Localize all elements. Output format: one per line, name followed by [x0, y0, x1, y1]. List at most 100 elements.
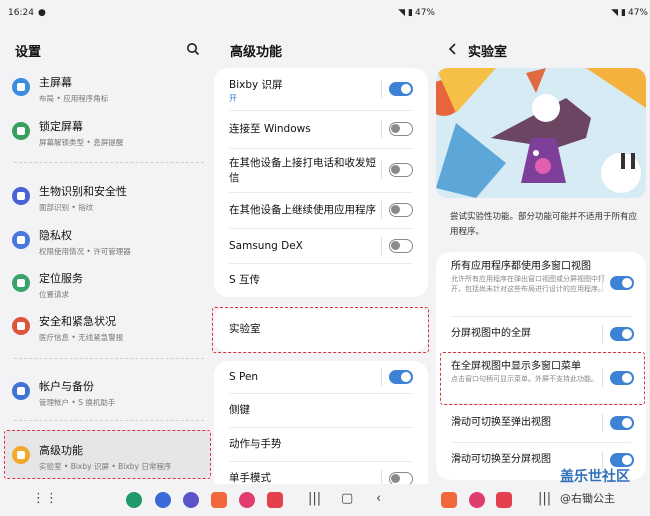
row-status: 开 [229, 94, 237, 103]
split-full-toggle[interactable] [610, 327, 634, 341]
labs-intro: 尝试实验性功能。部分功能可能并不适用于所有应用程序。 [450, 212, 638, 237]
annotation-highlight [4, 430, 211, 479]
settings-item-privacy[interactable]: 隐私权权限使用情况 • 许可管理器 [8, 225, 210, 265]
search-icon[interactable] [186, 41, 200, 56]
battery-icon: ▮ [621, 8, 626, 18]
row-side-key[interactable]: 侧键 [214, 393, 428, 427]
back-icon[interactable]: ‹ [376, 491, 381, 506]
item-title: 锁定屏幕 [39, 120, 83, 133]
notes-app-icon[interactable] [441, 492, 457, 508]
calls-texts-toggle[interactable] [389, 163, 413, 177]
row-motions-gestures[interactable]: 动作与手势 [214, 427, 428, 461]
continue-apps-toggle[interactable] [389, 203, 413, 217]
row-split-screen-full[interactable]: 分屏视图中的全屏 [436, 316, 646, 352]
item-title: 定位服务 [39, 272, 83, 285]
row-link-to-windows[interactable]: 连接至 Windows [214, 110, 428, 148]
wifi-icon: ◥ [611, 8, 619, 18]
row-label: 滑动可切换至弹出视图 [451, 417, 551, 428]
row-description: 允许所有应用程序在弹出窗口视图或分屏视图中打开，包括尚未针对这些布局进行设计的应… [451, 275, 605, 293]
app-drawer-icon[interactable]: ⋮⋮ [32, 491, 58, 506]
row-label: 在其他设备上接打电话和收发短信 [229, 157, 376, 184]
s-pen-toggle[interactable] [389, 370, 413, 384]
camera-app-icon[interactable] [267, 492, 283, 508]
item-title: 安全和紧急状况 [39, 315, 116, 328]
page-title: 设置 [15, 45, 42, 60]
row-label: 在其他设备上继续使用应用程序 [229, 204, 376, 216]
status-bar-mid: ◥ ▮ 47% [375, 0, 435, 26]
settings-item-location[interactable]: 定位服务 位置请求 [8, 268, 210, 308]
messages-app-icon[interactable] [155, 492, 171, 508]
settings-item-accounts-backup[interactable]: 帐户与备份 管理帐户 • S 换机助手 [8, 376, 210, 416]
lock-icon [12, 122, 30, 140]
row-label: Samsung DeX [229, 240, 303, 252]
settings-item-home-screen[interactable]: 主屏幕 布局 • 应用程序角标 [8, 72, 210, 112]
separator [381, 237, 382, 255]
row-label: 连接至 Windows [229, 123, 311, 135]
row-label: 分屏视图中的全屏 [451, 328, 531, 339]
item-subtitle: 位置请求 [39, 290, 69, 299]
separator [381, 201, 382, 219]
swipe-popup-toggle[interactable] [610, 416, 634, 430]
back-arrow-icon[interactable] [446, 41, 460, 55]
phone-app-icon[interactable] [126, 492, 142, 508]
home-icon [12, 78, 30, 96]
row-s-pen[interactable]: S Pen [214, 361, 428, 393]
row-label: 侧键 [229, 404, 250, 416]
divider [14, 420, 204, 421]
battery-icon: ▮ [408, 8, 413, 18]
sync-icon [12, 382, 30, 400]
item-subtitle: 权限使用情况 • 许可管理器 [39, 247, 131, 256]
multi-window-toggle[interactable] [610, 276, 634, 290]
labs-title: 实验室 [468, 45, 508, 60]
gallery-app-icon[interactable] [239, 492, 255, 508]
row-label: S Pen [229, 371, 259, 383]
camera-app-icon[interactable] [496, 492, 512, 508]
row-calls-texts-other-devices[interactable]: 在其他设备上接打电话和收发短信 [214, 148, 428, 192]
item-subtitle: 布局 • 应用程序角标 [39, 94, 109, 103]
annotation-highlight [212, 307, 429, 353]
samsung-dex-toggle[interactable] [389, 239, 413, 253]
row-multi-window-all-apps[interactable]: 所有应用程序都使用多窗口视图 允许所有应用程序在弹出窗口视图或分屏视图中打开，包… [436, 252, 646, 316]
emergency-icon [12, 317, 30, 335]
separator [381, 80, 382, 98]
home-button-icon[interactable]: ▢ [341, 491, 353, 506]
recents-icon[interactable]: ||| [538, 491, 551, 506]
battery-level: 47% [414, 8, 435, 18]
bixby-vision-toggle[interactable] [389, 82, 413, 96]
advanced-card-1: Bixby 识屏 开 连接至 Windows 在其他设备上接打电话和收发短信 在… [214, 68, 428, 297]
row-label: Bixby 识屏 [229, 79, 283, 91]
item-subtitle: 屏幕解锁类型 • 息屏提醒 [39, 138, 124, 147]
settings-item-biometrics[interactable]: 生物识别和安全性 面部识别 • 指纹 [8, 181, 210, 221]
item-subtitle: 医疗信息 • 无线紧急警报 [39, 333, 124, 342]
separator [602, 325, 603, 343]
labs-illustration [436, 68, 646, 198]
separator [381, 120, 382, 138]
navigation-bar [0, 484, 650, 516]
row-samsung-dex[interactable]: Samsung DeX [214, 228, 428, 263]
row-quick-share[interactable]: S 互传 [214, 263, 428, 297]
battery-level: 47% [627, 8, 648, 18]
internet-app-icon[interactable] [183, 492, 199, 508]
row-label: 动作与手势 [229, 438, 282, 450]
swipe-split-toggle[interactable] [610, 453, 634, 467]
wifi-icon: ◥ [398, 8, 406, 18]
item-title: 生物识别和安全性 [39, 185, 127, 198]
row-continue-apps[interactable]: 在其他设备上继续使用应用程序 [214, 192, 428, 228]
gallery-app-icon[interactable] [469, 492, 485, 508]
item-subtitle: 管理帐户 • S 换机助手 [39, 398, 116, 407]
settings-item-lock-screen[interactable]: 锁定屏幕屏幕解锁类型 • 息屏提醒 [8, 116, 210, 156]
recents-icon[interactable]: ||| [308, 491, 321, 506]
item-title: 隐私权 [39, 229, 72, 242]
location-pin-icon [12, 274, 30, 292]
advanced-card-3: S Pen 侧键 动作与手势 单手模式 [214, 361, 428, 501]
link-to-windows-toggle[interactable] [389, 122, 413, 136]
row-swipe-popup[interactable]: 滑动可切换至弹出视图 [436, 404, 646, 442]
notes-app-icon[interactable] [211, 492, 227, 508]
status-bar-right: ◥ ▮ 47% [590, 0, 648, 26]
separator [602, 274, 603, 292]
row-bixby-vision[interactable]: Bixby 识屏 开 [214, 68, 428, 110]
settings-item-safety[interactable]: 安全和紧急状况医疗信息 • 无线紧急警报 [8, 311, 210, 351]
divider [14, 358, 204, 359]
row-label: 所有应用程序都使用多窗口视图 [451, 261, 591, 272]
annotation-highlight [440, 352, 645, 405]
